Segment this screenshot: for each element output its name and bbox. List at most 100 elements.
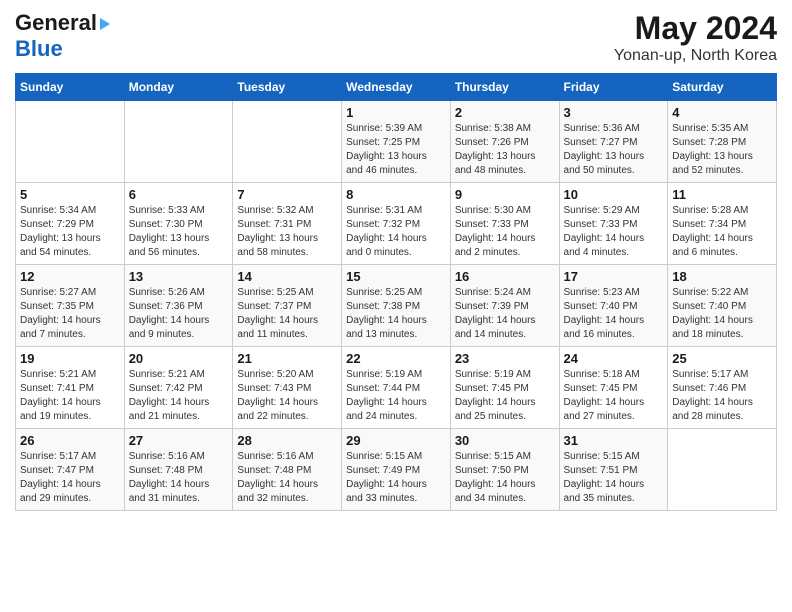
table-row: 30 Sunrise: 5:15 AMSunset: 7:50 PMDayligh… — [450, 429, 559, 511]
day-info: Sunrise: 5:23 AMSunset: 7:40 PMDaylight:… — [564, 286, 664, 342]
day-number: 14 — [237, 269, 337, 284]
table-row: 4 Sunrise: 5:35 AMSunset: 7:28 PMDaylight… — [668, 101, 777, 183]
day-number: 22 — [346, 351, 446, 366]
day-info: Sunrise: 5:33 AMSunset: 7:30 PMDaylight:… — [129, 204, 229, 260]
day-number: 16 — [455, 269, 555, 284]
day-number: 6 — [129, 187, 229, 202]
table-row: 12 Sunrise: 5:27 AMSunset: 7:35 PMDayligh… — [16, 265, 125, 347]
calendar-week-row: 26 Sunrise: 5:17 AMSunset: 7:47 PMDayligh… — [16, 429, 777, 511]
table-row: 9 Sunrise: 5:30 AMSunset: 7:33 PMDaylight… — [450, 183, 559, 265]
header-saturday: Saturday — [668, 74, 777, 101]
day-info: Sunrise: 5:26 AMSunset: 7:36 PMDaylight:… — [129, 286, 229, 342]
calendar-week-row: 5Sunrise: 5:34 AMSunset: 7:29 PMDaylight… — [16, 183, 777, 265]
table-row: 13Sunrise: 5:26 AMSunset: 7:36 PMDayligh… — [124, 265, 233, 347]
day-number: 23 — [455, 351, 555, 366]
header-friday: Friday — [559, 74, 668, 101]
table-row — [124, 101, 233, 183]
calendar-header-row: Sunday Monday Tuesday Wednesday Thursday… — [16, 74, 777, 101]
day-number: 2 — [455, 105, 555, 120]
day-info: Sunrise: 5:29 AMSunset: 7:33 PMDaylight:… — [564, 204, 664, 260]
day-number: 15 — [346, 269, 446, 284]
table-row: 1Sunrise: 5:39 AMSunset: 7:25 PMDaylight… — [342, 101, 451, 183]
day-info: Sunrise: 5:34 AMSunset: 7:29 PMDaylight:… — [20, 204, 120, 260]
calendar-week-row: 1Sunrise: 5:39 AMSunset: 7:25 PMDaylight… — [16, 101, 777, 183]
day-number: 28 — [237, 433, 337, 448]
table-row: 15 Sunrise: 5:25 AMSunset: 7:38 PMDayligh… — [342, 265, 451, 347]
table-row: 8 Sunrise: 5:31 AMSunset: 7:32 PMDaylight… — [342, 183, 451, 265]
day-info: Sunrise: 5:17 AMSunset: 7:47 PMDaylight:… — [20, 450, 120, 506]
header-thursday: Thursday — [450, 74, 559, 101]
day-info: Sunrise: 5:19 AMSunset: 7:44 PMDaylight:… — [346, 368, 446, 424]
day-number: 25 — [672, 351, 772, 366]
calendar-week-row: 12 Sunrise: 5:27 AMSunset: 7:35 PMDayligh… — [16, 265, 777, 347]
day-number: 4 — [672, 105, 772, 120]
table-row: 27 Sunrise: 5:16 AMSunset: 7:48 PMDayligh… — [124, 429, 233, 511]
day-number: 7 — [237, 187, 337, 202]
table-row: 25 Sunrise: 5:17 AMSunset: 7:46 PMDayligh… — [668, 347, 777, 429]
day-info: Sunrise: 5:15 AMSunset: 7:50 PMDaylight:… — [455, 450, 555, 506]
day-info: Sunrise: 5:15 AMSunset: 7:49 PMDaylight:… — [346, 450, 446, 506]
table-row: 21 Sunrise: 5:20 AMSunset: 7:43 PMDayligh… — [233, 347, 342, 429]
location-subtitle: Yonan-up, North Korea — [614, 47, 777, 65]
day-info: Sunrise: 5:27 AMSunset: 7:35 PMDaylight:… — [20, 286, 120, 342]
day-info: Sunrise: 5:20 AMSunset: 7:43 PMDaylight:… — [237, 368, 337, 424]
day-number: 9 — [455, 187, 555, 202]
table-row: 19Sunrise: 5:21 AMSunset: 7:41 PMDayligh… — [16, 347, 125, 429]
day-number: 26 — [20, 433, 120, 448]
table-row: 29 Sunrise: 5:15 AMSunset: 7:49 PMDayligh… — [342, 429, 451, 511]
logo-general: General — [15, 10, 97, 36]
table-row: 20 Sunrise: 5:21 AMSunset: 7:42 PMDayligh… — [124, 347, 233, 429]
table-row: 6 Sunrise: 5:33 AMSunset: 7:30 PMDaylight… — [124, 183, 233, 265]
table-row: 28 Sunrise: 5:16 AMSunset: 7:48 PMDayligh… — [233, 429, 342, 511]
table-row — [16, 101, 125, 183]
day-number: 17 — [564, 269, 664, 284]
day-number: 8 — [346, 187, 446, 202]
day-info: Sunrise: 5:17 AMSunset: 7:46 PMDaylight:… — [672, 368, 772, 424]
day-info: Sunrise: 5:25 AMSunset: 7:38 PMDaylight:… — [346, 286, 446, 342]
logo-blue: Blue — [15, 36, 63, 61]
table-row: 14Sunrise: 5:25 AMSunset: 7:37 PMDayligh… — [233, 265, 342, 347]
day-number: 11 — [672, 187, 772, 202]
table-row: 11 Sunrise: 5:28 AMSunset: 7:34 PMDayligh… — [668, 183, 777, 265]
header-monday: Monday — [124, 74, 233, 101]
day-info: Sunrise: 5:21 AMSunset: 7:42 PMDaylight:… — [129, 368, 229, 424]
day-number: 21 — [237, 351, 337, 366]
day-number: 20 — [129, 351, 229, 366]
calendar-table: Sunday Monday Tuesday Wednesday Thursday… — [15, 73, 777, 511]
table-row: 16Sunrise: 5:24 AMSunset: 7:39 PMDayligh… — [450, 265, 559, 347]
month-title: May 2024 — [614, 10, 777, 47]
day-info: Sunrise: 5:32 AMSunset: 7:31 PMDaylight:… — [237, 204, 337, 260]
table-row: 22 Sunrise: 5:19 AMSunset: 7:44 PMDayligh… — [342, 347, 451, 429]
title-block: May 2024 Yonan-up, North Korea — [614, 10, 777, 65]
day-info: Sunrise: 5:30 AMSunset: 7:33 PMDaylight:… — [455, 204, 555, 260]
day-number: 12 — [20, 269, 120, 284]
day-number: 27 — [129, 433, 229, 448]
table-row: 23Sunrise: 5:19 AMSunset: 7:45 PMDayligh… — [450, 347, 559, 429]
table-row: 24 Sunrise: 5:18 AMSunset: 7:45 PMDayligh… — [559, 347, 668, 429]
table-row: 2 Sunrise: 5:38 AMSunset: 7:26 PMDaylight… — [450, 101, 559, 183]
table-row — [668, 429, 777, 511]
table-row: 10 Sunrise: 5:29 AMSunset: 7:33 PMDayligh… — [559, 183, 668, 265]
day-number: 31 — [564, 433, 664, 448]
day-info: Sunrise: 5:39 AMSunset: 7:25 PMDaylight:… — [346, 122, 446, 178]
day-number: 24 — [564, 351, 664, 366]
day-number: 10 — [564, 187, 664, 202]
logo-arrow-icon — [100, 18, 110, 30]
day-info: Sunrise: 5:38 AMSunset: 7:26 PMDaylight:… — [455, 122, 555, 178]
logo: General Blue — [15, 10, 110, 62]
day-info: Sunrise: 5:16 AMSunset: 7:48 PMDaylight:… — [129, 450, 229, 506]
day-number: 29 — [346, 433, 446, 448]
day-info: Sunrise: 5:21 AMSunset: 7:41 PMDaylight:… — [20, 368, 120, 424]
table-row: 5Sunrise: 5:34 AMSunset: 7:29 PMDaylight… — [16, 183, 125, 265]
day-info: Sunrise: 5:28 AMSunset: 7:34 PMDaylight:… — [672, 204, 772, 260]
day-info: Sunrise: 5:18 AMSunset: 7:45 PMDaylight:… — [564, 368, 664, 424]
day-info: Sunrise: 5:16 AMSunset: 7:48 PMDaylight:… — [237, 450, 337, 506]
day-info: Sunrise: 5:22 AMSunset: 7:40 PMDaylight:… — [672, 286, 772, 342]
day-number: 30 — [455, 433, 555, 448]
day-info: Sunrise: 5:31 AMSunset: 7:32 PMDaylight:… — [346, 204, 446, 260]
day-number: 3 — [564, 105, 664, 120]
header-sunday: Sunday — [16, 74, 125, 101]
day-info: Sunrise: 5:36 AMSunset: 7:27 PMDaylight:… — [564, 122, 664, 178]
table-row: 3 Sunrise: 5:36 AMSunset: 7:27 PMDaylight… — [559, 101, 668, 183]
day-info: Sunrise: 5:35 AMSunset: 7:28 PMDaylight:… — [672, 122, 772, 178]
